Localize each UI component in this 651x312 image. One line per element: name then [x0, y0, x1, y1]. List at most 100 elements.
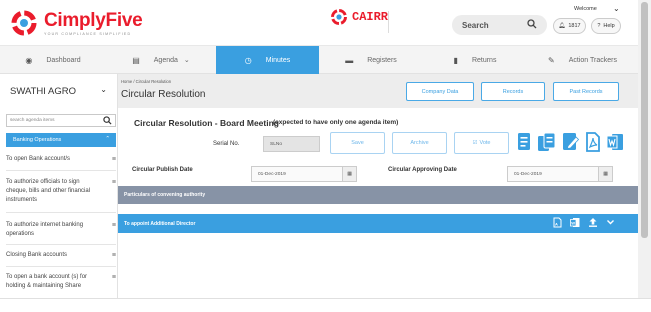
- help-button[interactable]: ? Help: [591, 18, 621, 34]
- records-button[interactable]: Records: [481, 82, 545, 101]
- archive-button[interactable]: Archive: [392, 132, 447, 154]
- drag-handle-icon[interactable]: ≡: [112, 178, 116, 187]
- resolution-title: Circular Resolution - Board Meeting: [134, 118, 279, 128]
- page-scrollbar[interactable]: [638, 0, 651, 298]
- agenda-item-label: To open Bank account/s: [6, 156, 71, 162]
- nav-dashboard[interactable]: ◉ Dashboard: [0, 46, 106, 74]
- welcome-text: Welcome: [574, 6, 597, 12]
- calendar-icon[interactable]: ▦: [598, 167, 612, 181]
- header-divider: [388, 11, 389, 33]
- cimplyfive-logo-mark: [11, 10, 37, 36]
- dashboard-icon: ◉: [25, 55, 33, 65]
- agenda-item-actions: A W: [553, 217, 615, 228]
- approve-date-field[interactable]: 01-Dec-2019 ▦: [507, 166, 613, 182]
- search-label: Search: [462, 20, 489, 30]
- agenda-item[interactable]: Closing Bank accounts ≡: [6, 251, 116, 260]
- banking-operations-section[interactable]: Banking Operations ⌃: [6, 133, 116, 147]
- upload-icon[interactable]: [588, 217, 598, 228]
- divider: [6, 266, 116, 267]
- serial-number-field[interactable]: SLNo: [263, 136, 320, 152]
- approve-date-label: Circular Approving Date: [388, 167, 457, 173]
- documents-stack-icon[interactable]: [537, 132, 557, 152]
- resolution-note: (expected to have only one agenda item): [273, 119, 399, 126]
- breadcrumb[interactable]: Home / Circular Resolution: [121, 79, 171, 84]
- agenda-item[interactable]: To authorize officials to sign cheque, b…: [6, 178, 116, 205]
- edit-document-icon[interactable]: [562, 132, 580, 152]
- word-icon[interactable]: W: [570, 217, 580, 228]
- divider: [6, 212, 116, 213]
- agenda-item[interactable]: To authorize internet banking operations…: [6, 221, 116, 239]
- agenda-item-header[interactable]: To appoint Additional Director A W: [118, 214, 638, 233]
- company-name: SWATHI AGRO: [10, 85, 76, 97]
- brand-name: CimplyFive: [44, 9, 143, 31]
- vote-label: Vote: [479, 140, 491, 146]
- company-selector[interactable]: SWATHI AGRO ⌄: [0, 74, 118, 108]
- vote-button[interactable]: ☑ Vote: [454, 132, 509, 154]
- past-records-button[interactable]: Past Records: [553, 82, 619, 101]
- circular-resolution-panel: Circular Resolution - Board Meeting (exp…: [118, 108, 638, 298]
- pdf-icon[interactable]: [585, 132, 601, 152]
- question-icon: ?: [597, 23, 601, 29]
- section-label: Banking Operations: [13, 137, 62, 143]
- top-header: CimplyFive YOUR COMPLIANCE SIMPLIFIED CA…: [0, 0, 638, 46]
- notifications-button[interactable]: 🔔︎ 1817: [553, 18, 586, 34]
- vote-icon: ☑: [472, 140, 478, 146]
- document-icon[interactable]: [516, 132, 532, 152]
- nav-registers[interactable]: ▬ Registers: [319, 46, 423, 74]
- drag-handle-icon[interactable]: ≡: [112, 155, 116, 164]
- bell-icon: 🔔︎: [558, 23, 566, 29]
- notification-count: 1817: [568, 23, 581, 29]
- chevron-down-icon[interactable]: [606, 217, 615, 228]
- word-icon[interactable]: [606, 132, 624, 152]
- returns-icon: ▮: [453, 55, 458, 65]
- nav-action-trackers[interactable]: ✎ Action Trackers: [527, 46, 638, 74]
- calendar-icon[interactable]: ▦: [342, 167, 356, 181]
- help-label: Help: [603, 23, 615, 29]
- agenda-item[interactable]: To open Bank account/s ≡: [6, 155, 116, 164]
- publish-date-value: 01-Dec-2019: [258, 171, 286, 177]
- divider: [6, 170, 116, 171]
- agenda-sidebar: search agenda items Banking Operations ⌃…: [0, 108, 118, 298]
- nav-label: Returns: [471, 56, 497, 64]
- cimplyfive-logo[interactable]: CimplyFive YOUR COMPLIANCE SIMPLIFIED: [10, 6, 143, 40]
- cairr-logo-mark: [331, 9, 347, 25]
- chevron-down-icon: ⌄: [183, 57, 190, 64]
- nav-label: Dashboard: [46, 56, 81, 64]
- nav-returns[interactable]: ▮ Returns: [423, 46, 527, 74]
- agenda-search-input[interactable]: search agenda items: [6, 114, 116, 127]
- product-name: CAIRR: [352, 10, 389, 24]
- breadcrumb-bar: Home / Circular Resolution Circular Reso…: [118, 74, 638, 108]
- drag-handle-icon[interactable]: ≡: [112, 221, 116, 230]
- save-button[interactable]: Save: [330, 132, 385, 154]
- nav-label: Minutes: [265, 56, 291, 64]
- serial-label: Serial No.: [213, 141, 240, 147]
- agenda-item[interactable]: To open a bank account (s) for holding &…: [6, 273, 116, 291]
- agenda-icon: ▤: [132, 55, 140, 65]
- agenda-item-title: To appoint Additional Director: [124, 220, 196, 227]
- svg-text:W: W: [571, 221, 575, 226]
- brand-tagline: YOUR COMPLIANCE SIMPLIFIED: [44, 31, 132, 36]
- divider: [6, 244, 116, 245]
- drag-handle-icon[interactable]: ≡: [112, 273, 116, 282]
- nav-label: Registers: [367, 56, 397, 64]
- particulars-section-header[interactable]: Particulars of convening authority: [118, 186, 638, 204]
- nav-agenda[interactable]: ▤ Agenda ⌄: [106, 46, 216, 74]
- search-icon: [103, 116, 112, 125]
- scrollbar-thumb[interactable]: [641, 2, 648, 238]
- page-bottom-edge: [0, 298, 651, 312]
- pdf-icon[interactable]: A: [553, 217, 562, 228]
- agenda-item-label: To authorize internet banking operations: [6, 222, 84, 237]
- publish-date-field[interactable]: 01-Dec-2019 ▦: [251, 166, 357, 182]
- main-nav: ◉ Dashboard ▤ Agenda ⌄ ◷ Minutes ▬ Regis…: [0, 46, 638, 74]
- agenda-item-label: To authorize officials to sign cheque, b…: [6, 179, 91, 203]
- search-placeholder: search agenda items: [10, 118, 55, 123]
- agenda-item-label: Closing Bank accounts: [6, 252, 68, 258]
- chevron-down-icon: ⌄: [100, 85, 107, 94]
- header-search[interactable]: Search: [452, 15, 547, 35]
- page-title: Circular Resolution: [121, 89, 206, 100]
- company-data-button[interactable]: Company Data: [406, 82, 474, 101]
- chevron-down-icon[interactable]: ⌄: [613, 4, 620, 13]
- nav-minutes[interactable]: ◷ Minutes: [216, 46, 319, 74]
- drag-handle-icon[interactable]: ≡: [112, 251, 116, 260]
- svg-text:A: A: [555, 222, 558, 227]
